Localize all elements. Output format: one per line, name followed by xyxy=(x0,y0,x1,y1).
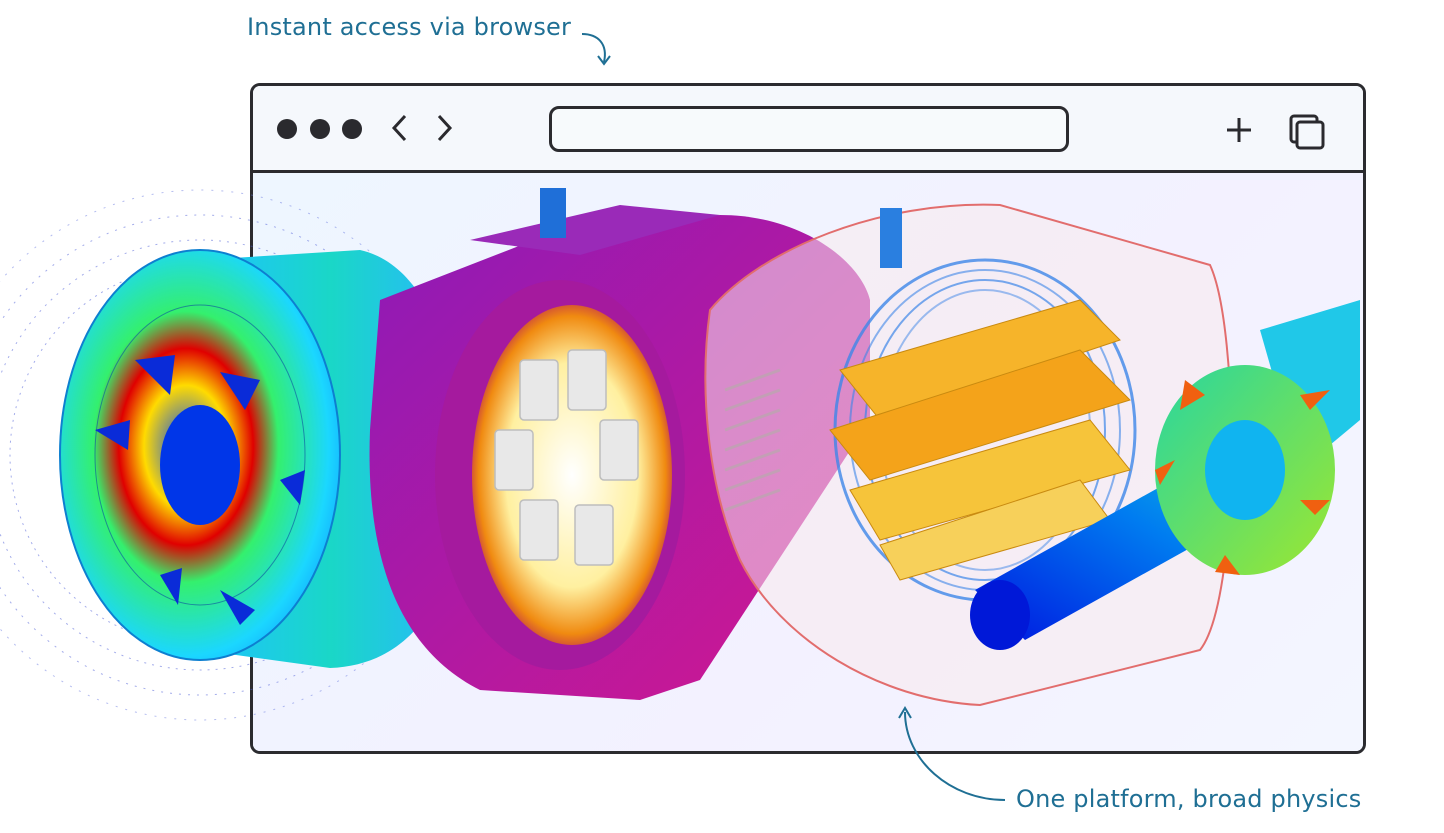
copy-windows-icon[interactable] xyxy=(1285,110,1325,150)
browser-window xyxy=(250,83,1366,754)
window-dot-icon xyxy=(342,119,362,139)
chevron-left-icon[interactable] xyxy=(385,110,415,146)
plus-icon[interactable] xyxy=(1219,110,1259,150)
bottom-annotation: One platform, broad physics xyxy=(1016,785,1362,813)
address-bar[interactable] xyxy=(549,106,1069,152)
chevron-right-icon[interactable] xyxy=(429,110,459,146)
top-annotation: Instant access via browser xyxy=(247,13,572,41)
window-dot-icon xyxy=(277,119,297,139)
simulation-viewport xyxy=(253,173,1363,751)
browser-toolbar xyxy=(253,86,1363,173)
window-dot-icon xyxy=(310,119,330,139)
